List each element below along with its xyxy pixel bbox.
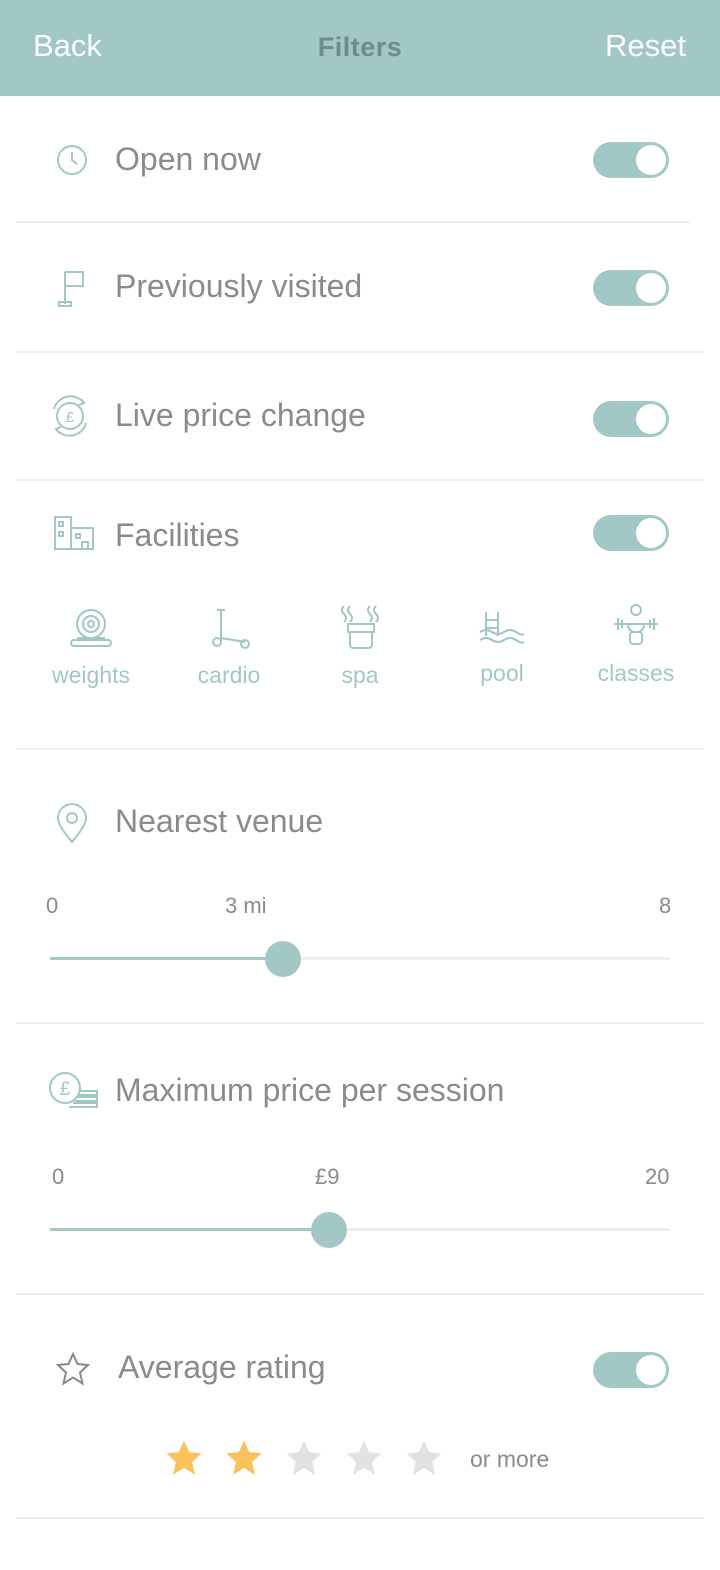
divider — [16, 351, 704, 353]
distance-slider-thumb[interactable] — [264, 941, 301, 977]
facility-spa[interactable]: spa — [305, 602, 415, 689]
price-max-label: 20 — [645, 1164, 670, 1189]
distance-value-label: 3 mi — [225, 893, 267, 918]
rating-star-2[interactable] — [223, 1437, 265, 1484]
previously-visited-toggle[interactable] — [593, 270, 669, 306]
facility-label: pool — [480, 660, 524, 686]
divider — [16, 1022, 704, 1024]
divider — [16, 1517, 704, 1519]
price-min-label: 0 — [52, 1164, 65, 1189]
open-now-toggle[interactable] — [593, 142, 669, 178]
distance-min-label: 0 — [46, 893, 59, 918]
price-value-label: £9 — [315, 1164, 340, 1189]
average-rating-label: Average rating — [118, 1349, 326, 1385]
price-slider-fill — [50, 1228, 329, 1231]
max-price-label: Maximum price per session — [115, 1072, 505, 1108]
divider — [16, 221, 690, 223]
divider — [16, 1293, 704, 1295]
facility-label: spa — [341, 662, 379, 688]
rating-star-3[interactable] — [283, 1437, 325, 1484]
distance-slider-fill — [50, 957, 283, 960]
divider — [16, 748, 704, 750]
facility-classes[interactable]: classes — [581, 602, 691, 687]
price-change-icon: £ — [48, 395, 92, 442]
divider — [16, 479, 704, 481]
facility-label: cardio — [197, 662, 261, 688]
rating-suffix: or more — [470, 1446, 550, 1472]
flag-icon — [55, 268, 89, 315]
nearest-venue-label: Nearest venue — [115, 803, 324, 839]
facility-pool[interactable]: pool — [447, 606, 557, 687]
price-slider-track[interactable] — [50, 1228, 670, 1231]
rating-star-1[interactable] — [163, 1437, 205, 1484]
svg-text:£: £ — [60, 1079, 71, 1100]
reset-button[interactable]: Reset — [605, 28, 686, 64]
price-icon: £ — [47, 1071, 101, 1114]
facilities-label: Facilities — [115, 517, 240, 553]
rating-star-4[interactable] — [343, 1437, 385, 1484]
rating-star-5[interactable] — [403, 1437, 445, 1484]
live-price-change-toggle[interactable] — [593, 401, 669, 437]
live-price-change-label: Live price change — [115, 397, 366, 433]
classes-icon — [614, 604, 658, 645]
open-now-label: Open now — [115, 141, 261, 177]
building-icon — [52, 514, 96, 557]
clock-icon — [55, 143, 89, 182]
cardio-icon — [212, 609, 250, 649]
distance-slider-track[interactable] — [50, 957, 670, 960]
star-outline-icon — [55, 1351, 91, 1391]
facility-label: weights — [52, 662, 130, 688]
weights-icon — [70, 609, 112, 647]
average-rating-toggle[interactable] — [593, 1352, 669, 1388]
distance-max-label: 8 — [659, 893, 672, 918]
facility-cardio[interactable]: cardio — [174, 604, 284, 689]
facility-label: classes — [597, 660, 675, 686]
previously-visited-label: Previously visited — [115, 268, 363, 304]
svg-text:£: £ — [66, 409, 75, 426]
price-slider-thumb[interactable] — [311, 1212, 347, 1248]
facilities-toggle[interactable] — [593, 515, 669, 551]
spa-icon — [341, 605, 379, 649]
pool-icon — [479, 612, 525, 644]
header-bar: Back Filters Reset — [0, 0, 720, 96]
location-pin-icon — [55, 802, 89, 849]
facility-weights[interactable]: weights — [36, 604, 146, 689]
